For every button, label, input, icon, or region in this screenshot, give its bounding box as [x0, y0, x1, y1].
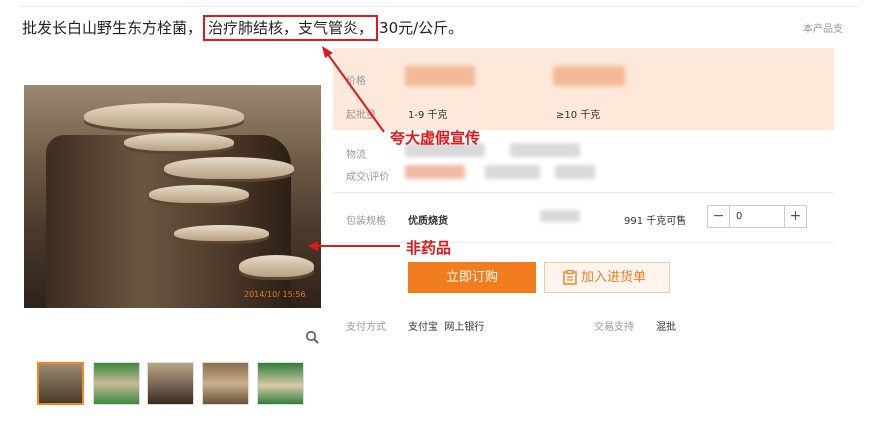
stock-text: 991 千克可售	[624, 216, 687, 227]
tier2-qty: ≥10 千克	[556, 110, 601, 121]
price-value-blurred	[405, 66, 475, 86]
photo-fungus-cap	[239, 255, 314, 277]
photo-fungus-cap	[149, 185, 249, 203]
title-highlight-box: 治疗肺结核，支气管炎，	[203, 15, 379, 41]
tier1-qty: 1-9 千克	[408, 110, 448, 121]
photo-fungus-cap	[124, 133, 234, 151]
thumbnail-2[interactable]	[93, 362, 140, 405]
annotation-not-medicine: 非药品	[406, 239, 452, 257]
order-now-button[interactable]: 立即订购	[408, 262, 536, 293]
deal-value-blurred	[405, 165, 465, 179]
payment-label: 支付方式	[346, 322, 386, 333]
moq-label: 起批量	[346, 110, 376, 121]
annotation-exaggeration: 夸大虚假宣传	[390, 129, 481, 147]
photo-fungus-cap	[84, 103, 244, 129]
deal-label: 成交\评价	[346, 172, 390, 183]
trade-support-value: 混批	[656, 322, 676, 333]
product-title: 批发长白山野生东方栓菌， 治疗肺结核，支气管炎， 30元/公斤。	[22, 15, 464, 41]
magnifier-icon[interactable]	[305, 330, 319, 344]
spec-label: 包装规格	[346, 216, 386, 227]
divider	[333, 192, 834, 193]
deal-value-blurred	[485, 165, 540, 179]
quantity-plus-button[interactable]: +	[784, 206, 806, 227]
add-to-cart-label: 加入进货单	[581, 270, 647, 285]
logistics-label: 物流	[346, 150, 366, 161]
thumbnail-3[interactable]	[147, 362, 194, 405]
main-product-image[interactable]: 2014/10/ 15:56	[24, 85, 321, 308]
spec-price-blurred	[540, 210, 580, 222]
trade-support-label: 交易支持	[594, 322, 634, 333]
photo-fungus-cap	[164, 157, 294, 179]
photo-fungus-cap	[174, 225, 269, 241]
add-to-cart-button[interactable]: 加入进货单	[544, 262, 670, 293]
title-suffix: 30元/公斤。	[379, 19, 464, 37]
quantity-minus-button[interactable]: −	[708, 206, 730, 227]
thumbnail-1[interactable]	[37, 362, 84, 405]
quantity-input[interactable]: 0	[736, 211, 742, 222]
quantity-stepper: − 0 +	[707, 205, 807, 228]
thumbnail-4[interactable]	[202, 362, 249, 405]
top-divider	[18, 6, 859, 7]
logistics-value-blurred	[510, 143, 580, 157]
price-value-blurred	[553, 66, 625, 86]
title-prefix: 批发长白山野生东方栓菌，	[22, 19, 203, 37]
clipboard-icon	[563, 270, 577, 285]
payment-methods: 支付宝 网上银行	[408, 322, 485, 333]
price-label: 价格	[346, 76, 366, 87]
arrow-head	[322, 46, 333, 58]
photo-timestamp: 2014/10/ 15:56	[244, 290, 306, 299]
spec-value[interactable]: 优质烧货	[408, 212, 448, 227]
side-note: 本产品支	[803, 24, 843, 35]
thumbnail-5[interactable]	[257, 362, 304, 405]
deal-value-blurred	[555, 165, 595, 179]
